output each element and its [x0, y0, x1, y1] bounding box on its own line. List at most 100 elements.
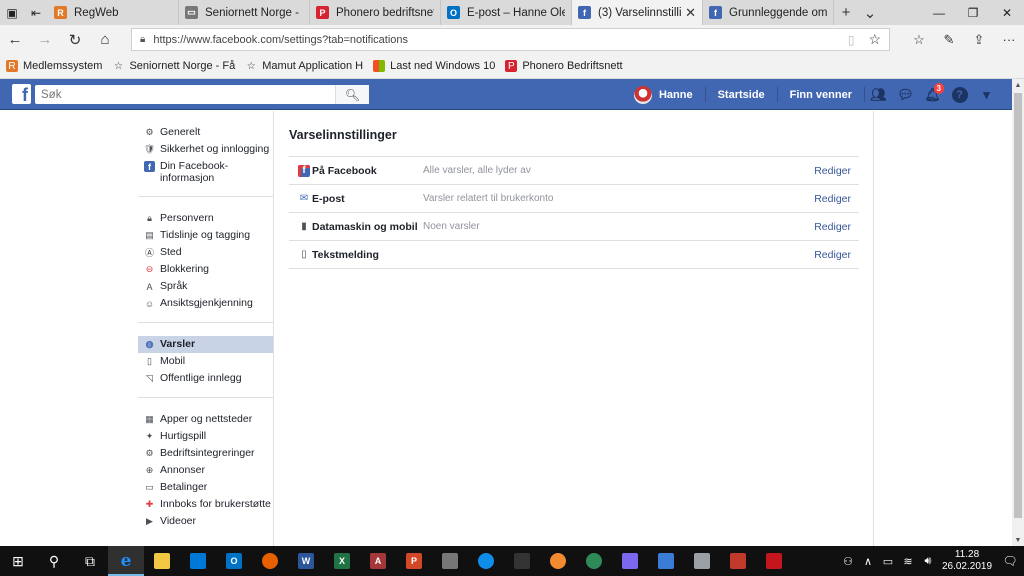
help-icon[interactable]: ? [946, 79, 973, 110]
chart-app-icon[interactable] [648, 546, 684, 576]
action-center-icon[interactable]: 🗨︎ [996, 554, 1024, 568]
sidebar-item[interactable]: ✦ Hurtigspill [138, 428, 273, 445]
media-icon[interactable] [540, 546, 576, 576]
paint-icon[interactable] [612, 546, 648, 576]
sidebar-item[interactable]: ▯ Mobil [138, 353, 273, 370]
firefox-icon[interactable] [252, 546, 288, 576]
search-icon[interactable]: 🔍︎ [335, 85, 369, 104]
browser-tab[interactable]: ▭ Seniornett Norge - Får [179, 0, 310, 25]
favorite-link[interactable]: R Medlemssystem [6, 60, 102, 72]
home-link[interactable]: Startside [706, 79, 777, 110]
web-note-icon[interactable]: ✎ [934, 25, 964, 54]
friend-requests-icon[interactable]: 👥︎ [865, 79, 892, 110]
account-menu-chevron-icon[interactable]: ▾ [973, 79, 1000, 110]
battery-icon[interactable]: ▭ [878, 555, 898, 568]
settings-row[interactable]: ▮ Datamaskin og mobil Noen varsler Rediger [289, 213, 859, 241]
sidebar-item[interactable]: A Språk [138, 278, 273, 295]
forward-button[interactable]: → [30, 31, 60, 48]
sidebar-item[interactable]: ◹ Offentlige innlegg [138, 370, 273, 387]
favorite-link[interactable]: ☆ Seniornett Norge - Få [112, 60, 235, 72]
scrollbar-thumb[interactable] [1014, 93, 1022, 518]
facebook-logo[interactable]: f [12, 84, 31, 104]
favorite-star-icon[interactable]: ☆ [868, 31, 881, 48]
excel-icon[interactable]: X [324, 546, 360, 576]
address-bar[interactable]: 🔒︎ https://www.facebook.com/settings?tab… [131, 28, 890, 51]
show-hidden-icons-chevron-icon[interactable]: ∧ [858, 555, 878, 568]
search-icon[interactable]: ⚲ [36, 546, 72, 576]
sidebar-item[interactable]: ◍ Varsler [138, 336, 273, 353]
sidebar-item[interactable]: 🔒︎ Personvern [138, 210, 273, 227]
refresh-button[interactable]: ↻ [60, 31, 90, 49]
tab-preview-chevron-icon[interactable]: ⌄ [858, 0, 882, 25]
tabs-aside-icon[interactable]: ⇤ [24, 0, 48, 25]
sidebar-item[interactable]: ⊕ Annonser [138, 462, 273, 479]
messenger-icon[interactable]: 💬︎ [892, 79, 919, 110]
set-aside-tabs-icon[interactable]: ▣ [0, 0, 24, 25]
sidebar-item[interactable]: ⚙ Generelt [138, 124, 273, 141]
sidebar-item[interactable]: 🛡︎ Sikkerhet og innlogging [138, 141, 273, 158]
back-button[interactable]: ← [0, 31, 30, 48]
browser-tab[interactable]: O E-post – Hanne Olea Li [441, 0, 572, 25]
sidebar-item[interactable]: ✚ Innboks for brukerstøtte [138, 496, 273, 513]
browser-tab[interactable]: f (3) Varselinnstilling ✕ [572, 0, 703, 25]
scroll-down-arrow-icon[interactable]: ▼ [1012, 534, 1024, 546]
close-tab-icon[interactable]: ✕ [685, 5, 696, 21]
close-window-button[interactable]: ✕ [990, 0, 1024, 25]
file-explorer-icon[interactable] [144, 546, 180, 576]
find-friends-link[interactable]: Finn venner [778, 79, 864, 110]
sidebar-item[interactable]: Ⓐ Sted [138, 244, 273, 261]
settings-row[interactable]: ▯ Tekstmelding Rediger [289, 241, 859, 269]
edge-icon[interactable]: e [108, 546, 144, 576]
sidebar-item[interactable]: f Din Facebook-informasjon [138, 158, 273, 186]
minimize-button[interactable]: — [922, 0, 956, 25]
browser-tab[interactable]: R RegWeb [48, 0, 179, 25]
edit-link[interactable]: Rediger [814, 249, 851, 261]
calculator-icon[interactable] [432, 546, 468, 576]
favorites-hub-icon[interactable]: ☆ [904, 25, 934, 54]
sidebar-item[interactable]: ☺ Ansiktsgjenkjenning [138, 295, 273, 312]
clock[interactable]: 11.28 26.02.2019 [938, 549, 996, 573]
globe-app-icon[interactable] [576, 546, 612, 576]
volume-icon[interactable]: 🔊︎ [918, 555, 938, 568]
settings-row[interactable]: ✉ E-post Varsler relatert til brukerkonto R… [289, 185, 859, 213]
edit-link[interactable]: Rediger [814, 165, 851, 177]
access-icon[interactable]: A [360, 546, 396, 576]
notifications-bell-icon[interactable]: 🔔︎ 3 [919, 79, 946, 110]
home-button[interactable]: ⌂ [90, 31, 120, 48]
task-view-icon[interactable]: ⧉ [72, 546, 108, 576]
snipping-icon[interactable] [720, 546, 756, 576]
share-icon[interactable]: ⇪ [964, 25, 994, 54]
browser-tab[interactable]: P Phonero bedriftsnett [310, 0, 441, 25]
sidebar-item[interactable]: ⊖ Blokkering [138, 261, 273, 278]
printer-icon[interactable] [684, 546, 720, 576]
acrobat-icon[interactable] [756, 546, 792, 576]
favorite-link[interactable]: P Phonero Bedriftsnett [505, 60, 623, 72]
sidebar-item[interactable]: ▶ Videoer [138, 513, 273, 530]
favorite-link[interactable]: ☆ Mamut Application H [245, 60, 363, 72]
scroll-up-arrow-icon[interactable]: ▲ [1012, 79, 1024, 91]
store-icon[interactable] [180, 546, 216, 576]
people-icon[interactable]: ⚇ [838, 555, 858, 568]
sidebar-item[interactable]: ▭ Betalinger [138, 479, 273, 496]
more-menu-icon[interactable]: ··· [994, 25, 1024, 54]
new-tab-button[interactable]: + [834, 0, 858, 25]
edit-link[interactable]: Rediger [814, 193, 851, 205]
browser-tab[interactable]: f Grunnleggende om per [703, 0, 834, 25]
sidebar-item[interactable]: ⚙ Bedriftsintegreringer [138, 445, 273, 462]
favorite-link[interactable]: Last ned Windows 10 [373, 60, 495, 72]
powerpoint-icon[interactable]: P [396, 546, 432, 576]
outlook-icon[interactable]: O [216, 546, 252, 576]
sidebar-item[interactable]: ▦ Apper og nettsteder [138, 411, 273, 428]
teamviewer-icon[interactable] [468, 546, 504, 576]
windows-start-icon[interactable]: ⊞ [0, 546, 36, 576]
profile-link[interactable]: Hanne [622, 79, 705, 110]
settings-row[interactable]: f På Facebook Alle varsler, alle lyder av R… [289, 157, 859, 185]
edit-link[interactable]: Rediger [814, 221, 851, 233]
word-icon[interactable]: W [288, 546, 324, 576]
sidebar-item[interactable]: ▤ Tidslinje og tagging [138, 227, 273, 244]
reading-view-icon[interactable]: ▯ [848, 33, 855, 47]
tablet-icon[interactable] [504, 546, 540, 576]
network-icon[interactable]: ≋ [898, 555, 918, 568]
search-input[interactable] [35, 86, 335, 103]
vertical-scrollbar[interactable]: ▲ ▼ [1012, 79, 1024, 546]
